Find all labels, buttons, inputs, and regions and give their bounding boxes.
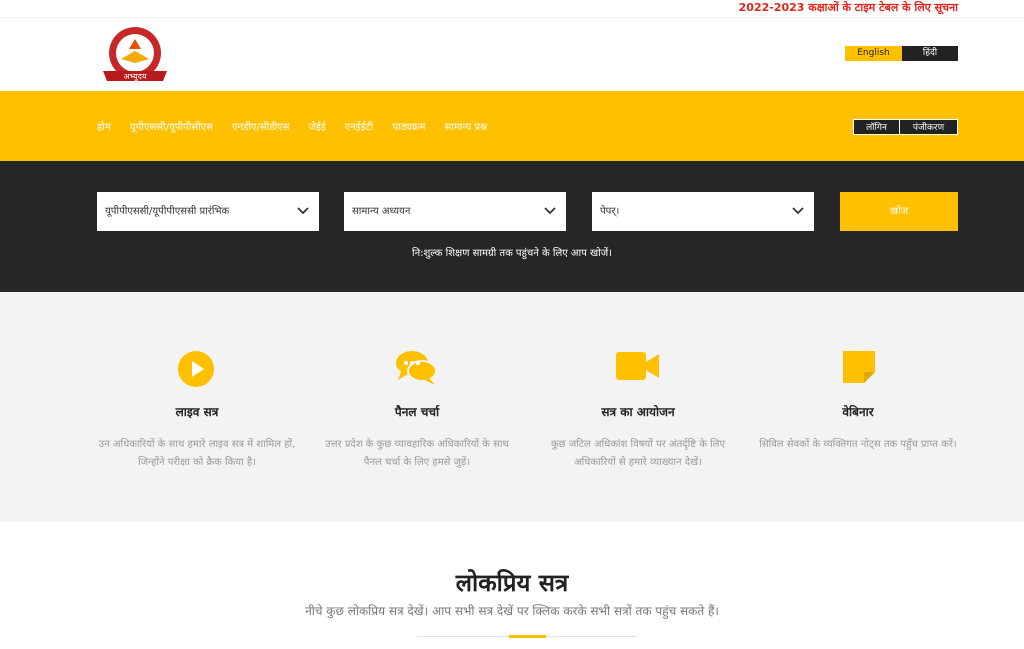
feature-desc: उत्तर प्रदेश के कुछ व्यावहारिक अधिकारियो…	[325, 439, 509, 468]
register-button[interactable]: पंजीकरण	[900, 119, 958, 135]
section-title: लोकप्रिय सत्र	[455, 569, 569, 597]
nav-item-nda[interactable]: एनडीए/सीडीएस	[232, 119, 290, 133]
nav-item-neet[interactable]: एनईईटी	[345, 119, 374, 133]
divider-accent	[509, 635, 546, 638]
nav-item-faq[interactable]: सामान्य प्रश्न	[444, 119, 487, 133]
video-icon	[616, 352, 659, 380]
nav-item-upsc[interactable]: यूपीएससी/यूपीपीसीएस	[130, 119, 213, 133]
chat-icon	[396, 351, 437, 385]
language-switcher: English हिंदी	[845, 46, 958, 61]
play-icon	[178, 351, 214, 387]
feature-title: लाइव सत्र	[175, 405, 219, 419]
feature-title: पैनल चर्चा	[394, 405, 440, 419]
section-subtitle: नीचे कुछ लोकप्रिय सत्र देखें। आप सभी सत्…	[305, 604, 719, 618]
subject-select[interactable]: सामान्य अध्ययन	[344, 192, 566, 231]
feature-title: वेबिनार	[842, 405, 874, 419]
exam-select[interactable]: यूपीपीएससी/यूपीपीएससी प्रारंभिक	[97, 192, 319, 231]
announcement-ticker[interactable]: 2022-2023 कक्षाओं के टाइम टेबल के लिए सू…	[0, 0, 1024, 17]
search-hint: नि:शुल्क शिक्षण सामग्री तक पहुंचने के लि…	[411, 248, 612, 259]
chevron-down-icon	[297, 207, 309, 215]
main-nav: होम यूपीएससी/यूपीपीसीएस एनडीए/सीडीएस जेई…	[0, 91, 1024, 161]
login-button[interactable]: लॉगिन	[853, 119, 900, 135]
nav-item-jee[interactable]: जेईई	[308, 119, 325, 133]
note-icon	[843, 351, 875, 383]
chevron-down-icon	[544, 207, 556, 215]
chevron-down-icon	[792, 207, 804, 215]
lang-hindi-button[interactable]: हिंदी	[902, 46, 958, 61]
feature-desc: कुछ जटिल अधिकांश विषयों पर अंतर्दृष्टि क…	[551, 439, 725, 468]
logo-text: अभ्युदय	[124, 72, 147, 82]
nav-links: होम यूपीएससी/यूपीपीसीएस एनडीए/सीडीएस जेई…	[97, 119, 506, 133]
search-button[interactable]: खोज	[840, 192, 958, 231]
nav-item-home[interactable]: होम	[97, 119, 111, 133]
feature-desc: सिविल सेवकों के व्यक्तिगत नोट्स तक पहुँच…	[759, 439, 957, 450]
subject-select-value: सामान्य अध्ययन	[352, 206, 411, 217]
exam-select-value: यूपीपीएससी/यूपीपीएससी प्रारंभिक	[105, 206, 230, 217]
auth-buttons: लॉगिन पंजीकरण	[853, 119, 958, 135]
site-logo[interactable]: अभ्युदय	[99, 25, 171, 87]
popular-sessions-section: लोकप्रिय सत्र नीचे कुछ लोकप्रिय सत्र देख…	[0, 522, 1024, 649]
feature-title: सत्र का आयोजन	[601, 405, 675, 419]
feature-desc: उन अधिकारियों के साथ हमारे लाइव सत्र में…	[98, 439, 296, 468]
search-section: यूपीपीएससी/यूपीपीएससी प्रारंभिक सामान्य …	[0, 161, 1024, 292]
nav-item-syllabus[interactable]: पाठ्यक्रम	[392, 119, 425, 133]
paper-select[interactable]: पेपर्।	[592, 192, 814, 231]
header: अभ्युदय English हिंदी	[0, 17, 1024, 91]
features-section: लाइव सत्र उन अधिकारियों के साथ हमारे लाइ…	[0, 292, 1024, 522]
paper-select-value: पेपर्।	[600, 206, 620, 217]
ticker-text[interactable]: 2022-2023 कक्षाओं के टाइम टेबल के लिए सू…	[739, 0, 958, 15]
lang-english-button[interactable]: English	[845, 46, 902, 61]
